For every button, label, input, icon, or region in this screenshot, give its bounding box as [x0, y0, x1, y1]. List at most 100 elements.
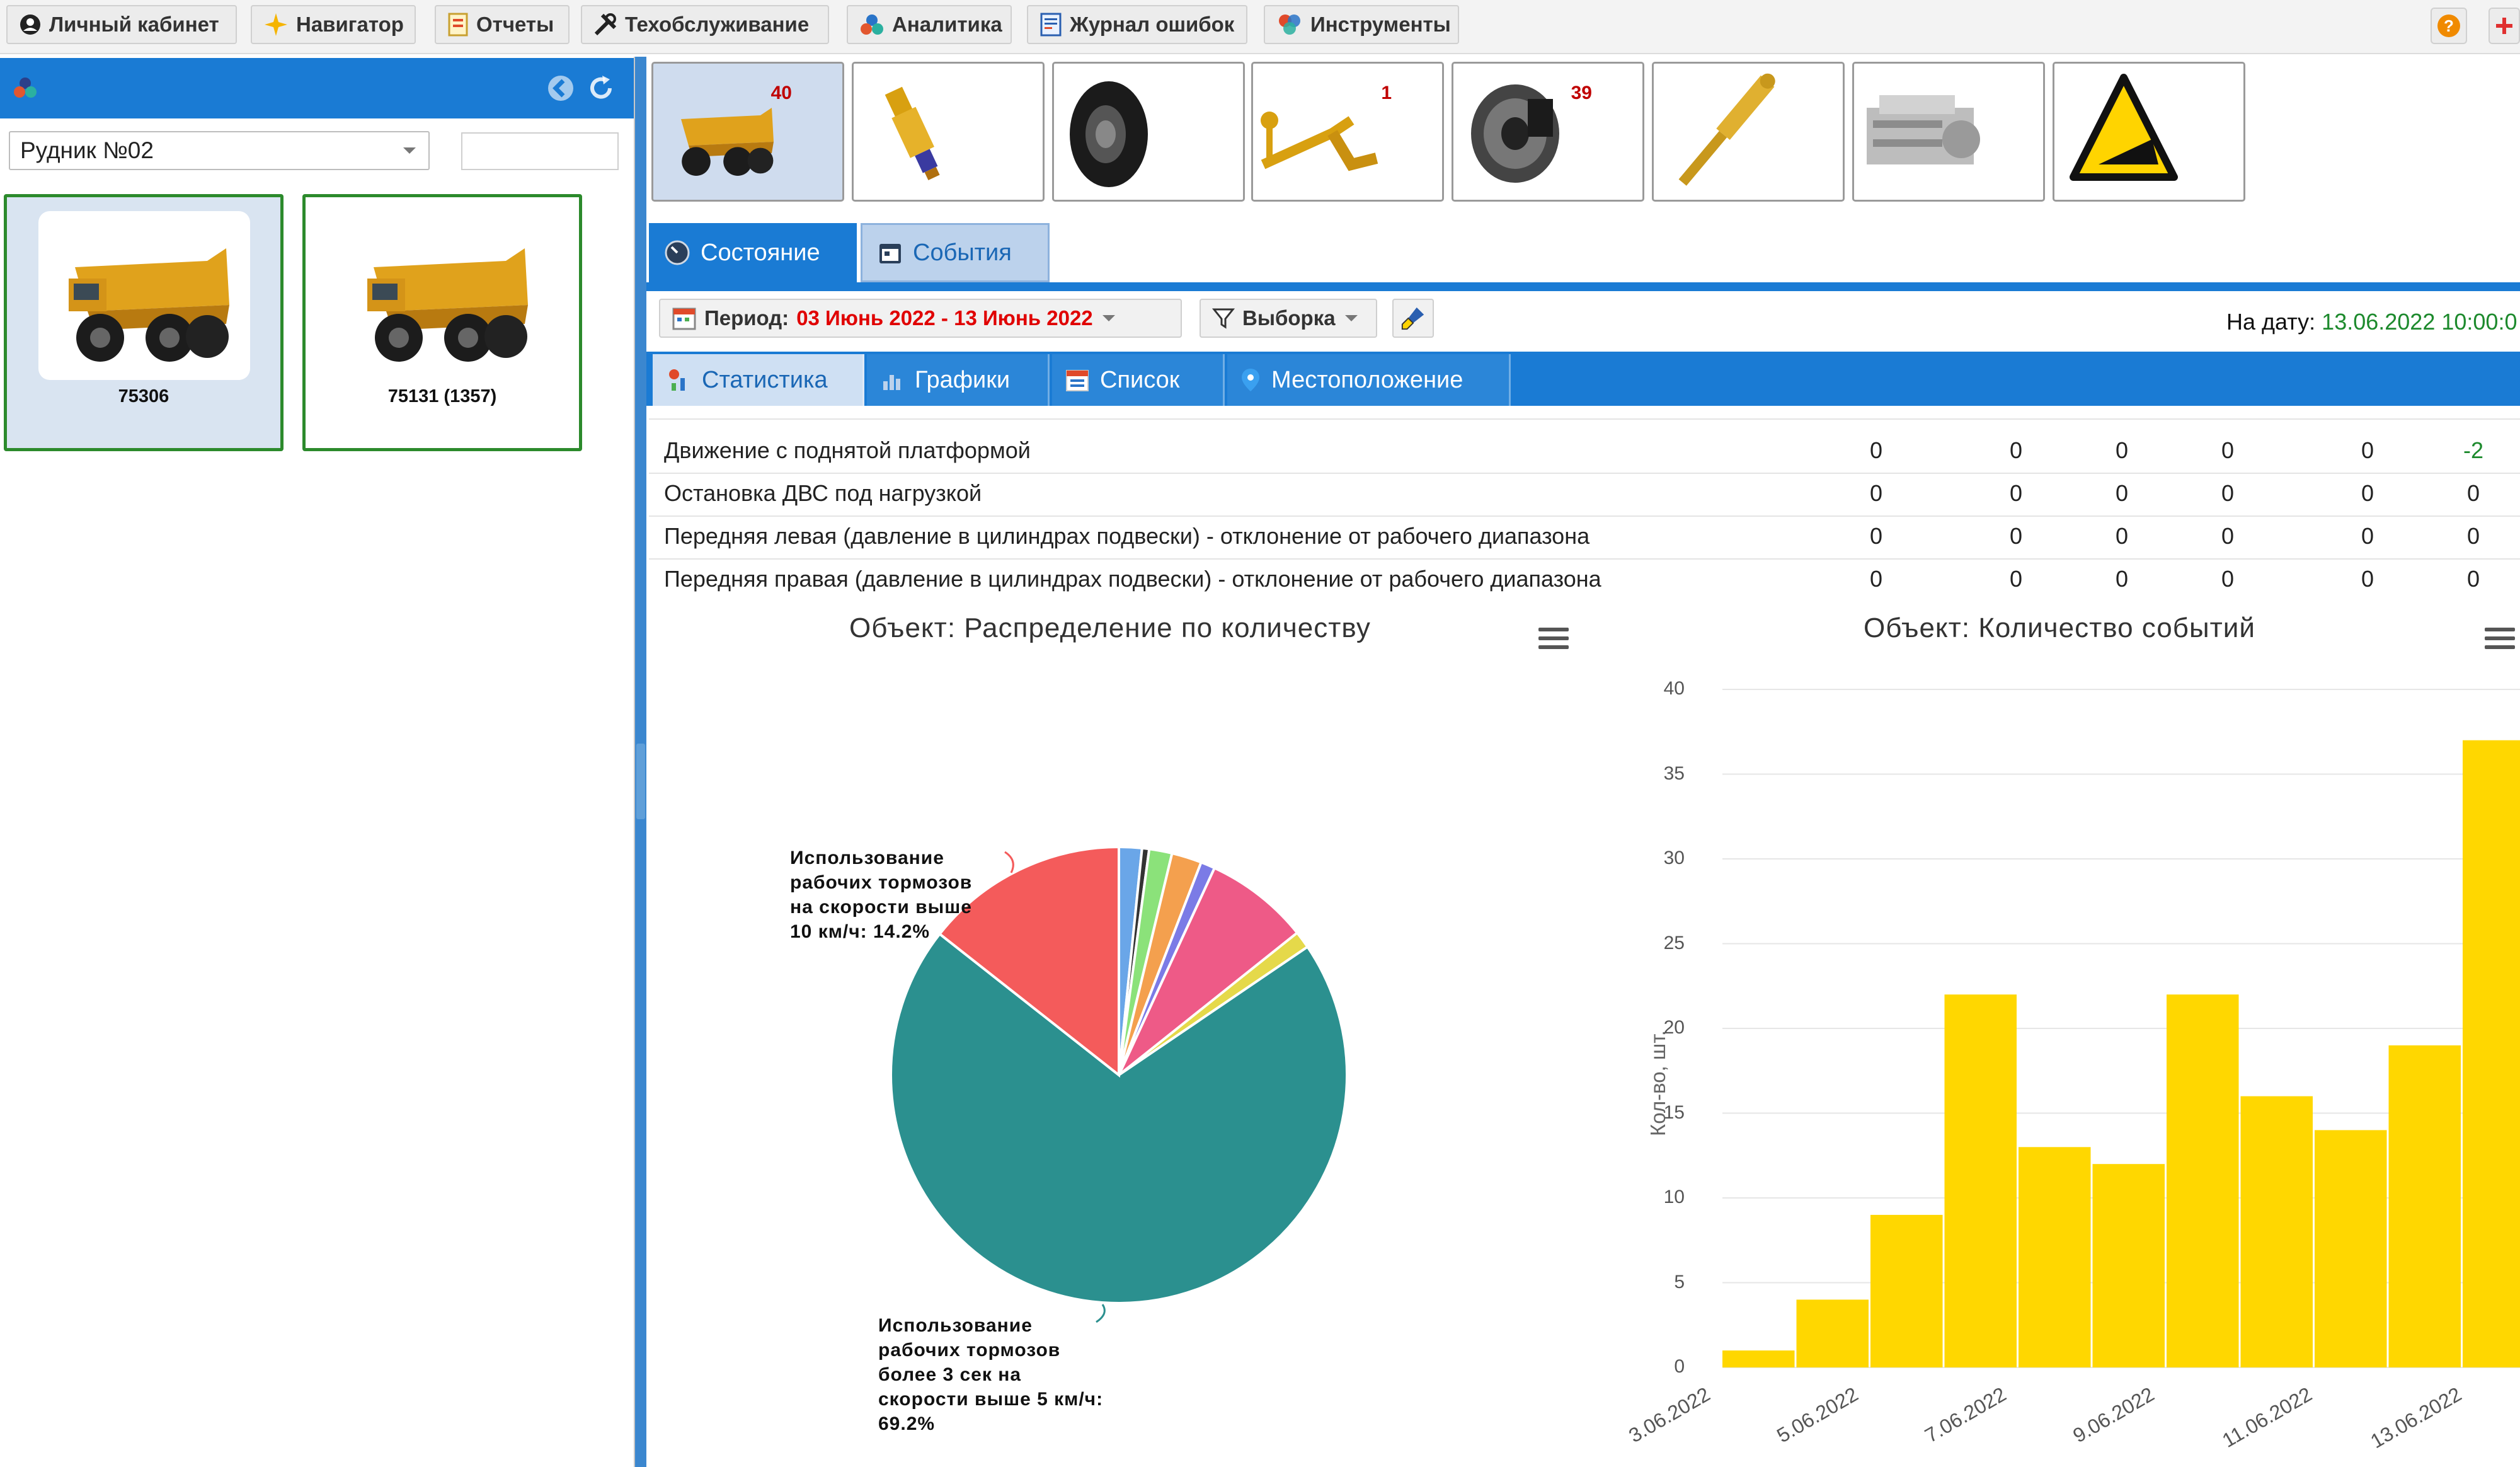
- menu-label: Личный кабинет: [49, 13, 219, 36]
- table-cell: 0: [1869, 480, 1883, 506]
- vehicle-image: [337, 211, 549, 380]
- menu-label: Журнал ошибок: [1070, 13, 1235, 36]
- calendar-icon: [879, 244, 901, 263]
- bar[interactable]: [2388, 1045, 2461, 1367]
- svg-text:?: ?: [2444, 16, 2454, 35]
- bar[interactable]: [1796, 1299, 1869, 1367]
- close-icon: [2496, 18, 2512, 34]
- y-tick-label: 0: [1674, 1356, 1685, 1377]
- period-picker[interactable]: Период: 03 Июнь 2022 - 13 Июнь 2022: [659, 299, 1182, 338]
- vehicle-label: 75306: [118, 386, 169, 406]
- instruments-icon: [1279, 14, 1300, 35]
- vehicle-card-75306[interactable]: 75306: [4, 194, 284, 451]
- clear-filter-button[interactable]: [1392, 299, 1434, 338]
- table-cell: 0: [1869, 566, 1883, 592]
- menu-error-log[interactable]: Журнал ошибок: [1027, 5, 1247, 44]
- subtab-statistics[interactable]: Статистика: [653, 354, 864, 406]
- help-icon: ?: [2437, 14, 2460, 37]
- refresh-icon[interactable]: [586, 73, 616, 103]
- menu-instruments[interactable]: Инструменты: [1264, 5, 1459, 44]
- user-circle-icon: [20, 14, 40, 35]
- pie-stats-icon: [669, 369, 685, 391]
- close-button[interactable]: [2488, 8, 2520, 44]
- y-tick-label: 25: [1663, 932, 1685, 953]
- table-cell: 0: [2221, 566, 2235, 592]
- mine-select[interactable]: Рудник №02: [9, 131, 430, 170]
- table-row[interactable]: Остановка ДВС под нагрузкой 0 0 0 0 0 0: [649, 473, 2520, 517]
- location-pin-icon: [1242, 369, 1259, 391]
- event-count-badge: 40: [770, 83, 792, 103]
- y-tick-label: 30: [1663, 848, 1685, 868]
- bar[interactable]: [1722, 1350, 1795, 1367]
- menu-personal-cabinet[interactable]: Личный кабинет: [6, 5, 237, 44]
- menu-analytics[interactable]: Аналитика: [847, 5, 1012, 44]
- equipment-tile-truck[interactable]: 40: [651, 62, 844, 202]
- bar[interactable]: [1944, 994, 2017, 1367]
- analytics-icon: [861, 14, 883, 35]
- gauge-icon: [665, 240, 690, 265]
- menu-label: Техобслуживание: [625, 13, 810, 36]
- bar-chart-title: Объект: Количество событий: [1864, 613, 2255, 643]
- subtab-label: Местоположение: [1271, 366, 1463, 393]
- event-name: Остановка ДВС под нагрузкой: [664, 480, 982, 506]
- menu-label: Аналитика: [892, 13, 1002, 36]
- help-button[interactable]: ?: [2431, 8, 2467, 44]
- hydraulic-cylinder-icon: [1678, 73, 1775, 186]
- period-value: 03 Июнь 2022 - 13 Июнь 2022: [796, 306, 1093, 330]
- table-cell: 0: [1869, 523, 1883, 549]
- menu-navigator[interactable]: Навигатор: [251, 5, 416, 44]
- table-row[interactable]: Передняя левая (давление в цилиндрах под…: [649, 515, 2520, 560]
- table-cell: 0: [2466, 480, 2480, 506]
- table-cell: 0: [2221, 480, 2235, 506]
- brake-disc-icon: [1471, 84, 1559, 183]
- chevron-down-icon: [403, 147, 416, 154]
- vehicle-card-75131[interactable]: 75131 (1357): [302, 194, 582, 451]
- chevron-down-icon: [1344, 315, 1358, 321]
- equipment-tile-engine[interactable]: [1852, 62, 2045, 202]
- bar-chart-icon: [883, 375, 900, 390]
- menu-maintenance[interactable]: Техобслуживание: [581, 5, 829, 44]
- filter-button[interactable]: Выборка: [1200, 299, 1377, 338]
- table-cell: -2: [2463, 437, 2483, 463]
- pie-chart-title: Объект: Распределение по количеству: [849, 613, 1371, 643]
- bar[interactable]: [2240, 1096, 2313, 1367]
- y-tick-label: 20: [1663, 1017, 1685, 1038]
- table-cell: 0: [2361, 480, 2374, 506]
- tab-state[interactable]: Состояние: [649, 223, 857, 282]
- subtab-graphs[interactable]: Графики: [867, 354, 1050, 406]
- subtab-location[interactable]: Местоположение: [1227, 354, 1511, 406]
- event-count-badge: 39: [1571, 83, 1592, 103]
- chevron-down-icon: [1102, 315, 1115, 321]
- vehicle-search-input[interactable]: [461, 132, 619, 170]
- table-cell: 0: [1869, 437, 1883, 463]
- bar[interactable]: [1870, 1214, 1943, 1367]
- equipment-tile-tipping[interactable]: [2053, 62, 2245, 202]
- tab-events[interactable]: События: [861, 223, 1050, 282]
- bar[interactable]: [2315, 1130, 2387, 1367]
- splitter-handle[interactable]: [636, 744, 645, 819]
- subtab-list[interactable]: Список: [1052, 354, 1225, 406]
- brush-icon: [1401, 307, 1424, 330]
- table-cell: 0: [2009, 437, 2023, 463]
- bar-chart-menu-icon[interactable]: [2485, 628, 2515, 653]
- bar[interactable]: [2092, 1164, 2165, 1367]
- left-panel-header: [0, 58, 634, 118]
- compass-icon: [265, 13, 287, 36]
- bar[interactable]: [2019, 1147, 2091, 1367]
- menu-reports[interactable]: Отчеты: [435, 5, 570, 44]
- equipment-tile-tire[interactable]: [1052, 62, 1245, 202]
- event-count-badge: 1: [1381, 83, 1392, 103]
- collapse-left-icon[interactable]: [546, 73, 576, 103]
- y-tick-label: 5: [1674, 1271, 1685, 1292]
- tab-label: Состояние: [701, 239, 820, 266]
- table-cell: 0: [2466, 523, 2480, 549]
- equipment-tile-suspension[interactable]: [852, 62, 1045, 202]
- pie-chart-menu-icon[interactable]: [1538, 628, 1569, 653]
- bar[interactable]: [2167, 994, 2239, 1367]
- table-row[interactable]: Движение с поднятой платформой 0 0 0 0 0…: [649, 430, 2520, 474]
- equipment-tile-hydraulic-cylinder[interactable]: [1652, 62, 1845, 202]
- table-row[interactable]: Передняя правая (давление в цилиндрах по…: [649, 558, 2520, 601]
- bar[interactable]: [2463, 740, 2520, 1367]
- equipment-tile-steering[interactable]: 1: [1251, 62, 1444, 202]
- equipment-tile-brakes[interactable]: 39: [1452, 62, 1644, 202]
